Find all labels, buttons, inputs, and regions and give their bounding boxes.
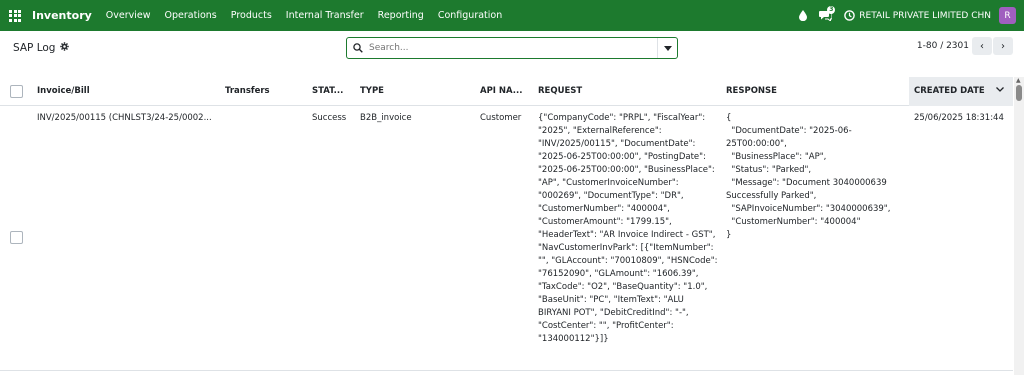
menu-overview[interactable]: Overview: [106, 10, 151, 21]
cell-api-name: Customer: [480, 113, 522, 123]
column-header-created-date[interactable]: CREATED DATE: [914, 86, 985, 96]
chevron-down-icon[interactable]: [996, 85, 1004, 95]
row-checkbox[interactable]: [10, 231, 23, 244]
column-header-invoice[interactable]: Invoice/Bill: [37, 86, 90, 96]
menu-configuration[interactable]: Configuration: [438, 10, 502, 21]
page-title: SAP Log: [13, 42, 70, 54]
user-avatar[interactable]: R: [999, 7, 1016, 24]
chat-icon[interactable]: 3: [819, 6, 836, 21]
chevron-left-icon: ‹: [980, 40, 984, 52]
menu-internal-transfer[interactable]: Internal Transfer: [286, 10, 364, 21]
clock-icon[interactable]: [844, 10, 856, 21]
search-input[interactable]: [369, 39, 657, 57]
scrollbar-thumb[interactable]: [1016, 85, 1022, 101]
pager-previous-button[interactable]: ‹: [972, 37, 992, 55]
page-title-text[interactable]: SAP Log: [13, 42, 55, 54]
column-header-transfers[interactable]: Transfers: [225, 86, 270, 96]
pager-value[interactable]: 1-80 / 2301: [917, 41, 969, 51]
search-box: [346, 37, 678, 59]
column-header-request[interactable]: REQUEST: [538, 86, 582, 96]
menu-operations[interactable]: Operations: [165, 10, 217, 21]
select-all-checkbox[interactable]: [10, 85, 23, 98]
cell-invoice: INV/2025/00115 (CHNLST3/24-25/0002...: [37, 113, 212, 123]
table-row[interactable]: INV/2025/00115 (CHNLST3/24-25/0002... Su…: [0, 106, 1013, 371]
activity-drop-icon[interactable]: [799, 10, 808, 21]
cell-type: B2B_invoice: [360, 113, 412, 123]
chat-count-badge: 3: [827, 6, 836, 14]
chevron-right-icon: ›: [1001, 40, 1005, 52]
app-name[interactable]: Inventory: [32, 9, 92, 22]
vertical-scrollbar[interactable]: ▲: [1014, 77, 1024, 375]
top-navbar: Inventory Overview Operations Products I…: [0, 0, 1024, 31]
column-header-status[interactable]: STAT...: [312, 86, 343, 96]
caret-down-icon: [663, 45, 672, 51]
menu-products[interactable]: Products: [231, 10, 272, 21]
column-header-api-name[interactable]: API NA...: [480, 86, 522, 96]
cell-created-date: 25/06/2025 18:31:44: [914, 113, 1004, 123]
cell-response: { "DocumentDate": "2025-06- 25T00:00:00"…: [726, 113, 891, 240]
cell-status: Success: [312, 113, 347, 123]
table-header: Invoice/Bill Transfers STAT... TYPE API …: [0, 77, 1013, 106]
search-icon: [347, 43, 369, 53]
column-header-type[interactable]: TYPE: [360, 86, 384, 96]
company-switcher[interactable]: RETAIL PRIVATE LIMITED CHN: [859, 11, 991, 21]
pager-next-button[interactable]: ›: [993, 37, 1013, 55]
column-header-response[interactable]: RESPONSE: [726, 86, 777, 96]
search-options-toggle[interactable]: [657, 38, 677, 58]
apps-menu-icon[interactable]: [0, 0, 30, 31]
gear-icon[interactable]: [60, 42, 70, 54]
cell-request: {"CompanyCode": "PRPL", "FiscalYear": "2…: [538, 113, 718, 344]
scroll-up-arrow-icon[interactable]: ▲: [1016, 77, 1021, 84]
menu-reporting[interactable]: Reporting: [378, 10, 424, 21]
